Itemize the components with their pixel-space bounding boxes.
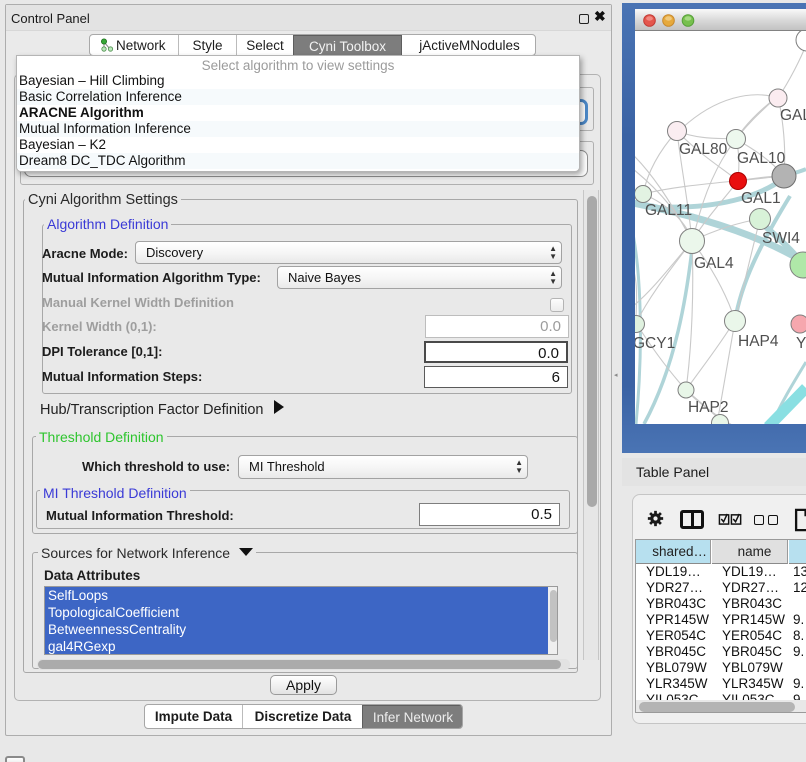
svg-text:SWI4: SWI4 [762, 230, 800, 247]
svg-text:HAP4: HAP4 [738, 333, 779, 350]
svg-text:HAP2: HAP2 [688, 399, 729, 416]
svg-text:GAL80: GAL80 [679, 141, 728, 158]
svg-text:GAL10: GAL10 [737, 150, 786, 167]
svg-text:GAL4: GAL4 [694, 255, 734, 272]
svg-text:GAL1: GAL1 [741, 190, 781, 207]
svg-text:GCY1: GCY1 [635, 335, 675, 352]
svg-text:GAL: GAL [780, 107, 806, 124]
svg-text:Y: Y [796, 335, 806, 352]
svg-text:GAL11: GAL11 [645, 202, 692, 219]
